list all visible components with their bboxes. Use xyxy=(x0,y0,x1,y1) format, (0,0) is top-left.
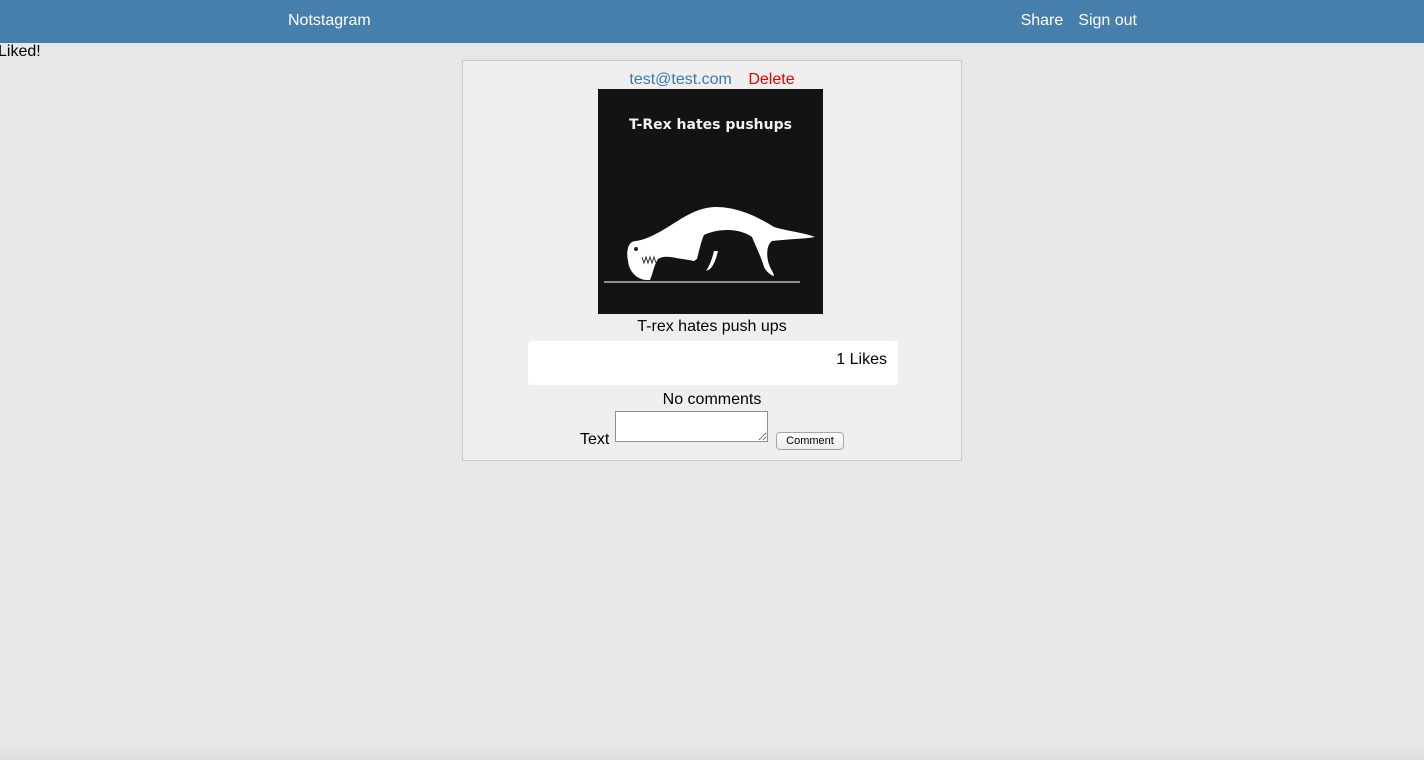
image-title-text: T-Rex hates pushups xyxy=(629,117,792,133)
comment-submit-button[interactable]: Comment xyxy=(776,432,844,450)
flash-message: Liked! xyxy=(0,43,41,60)
brand-link[interactable]: Notstagram xyxy=(288,12,371,30)
author-link[interactable]: test@test.com xyxy=(629,71,732,88)
like-button[interactable]: 1 Likes xyxy=(528,341,898,385)
post-image: T-Rex hates pushups xyxy=(598,89,823,314)
comment-textarea[interactable] xyxy=(615,411,768,442)
top-navbar: Notstagram Share Sign out xyxy=(0,0,1424,43)
post-header: test@test.com Delete xyxy=(463,71,961,89)
nav-links: Share Sign out xyxy=(1021,12,1137,30)
comments-status: No comments xyxy=(662,391,762,408)
delete-link[interactable]: Delete xyxy=(748,71,794,88)
post-card: test@test.com Delete T-Rex hates pushups… xyxy=(462,60,962,461)
post-caption: T-rex hates push ups xyxy=(637,318,787,335)
comment-text-label: Text xyxy=(580,431,610,448)
bottom-shade xyxy=(0,742,1424,760)
sign-out-link[interactable]: Sign out xyxy=(1078,12,1137,30)
share-link[interactable]: Share xyxy=(1021,12,1064,30)
likes-count: 1 Likes xyxy=(836,351,887,368)
